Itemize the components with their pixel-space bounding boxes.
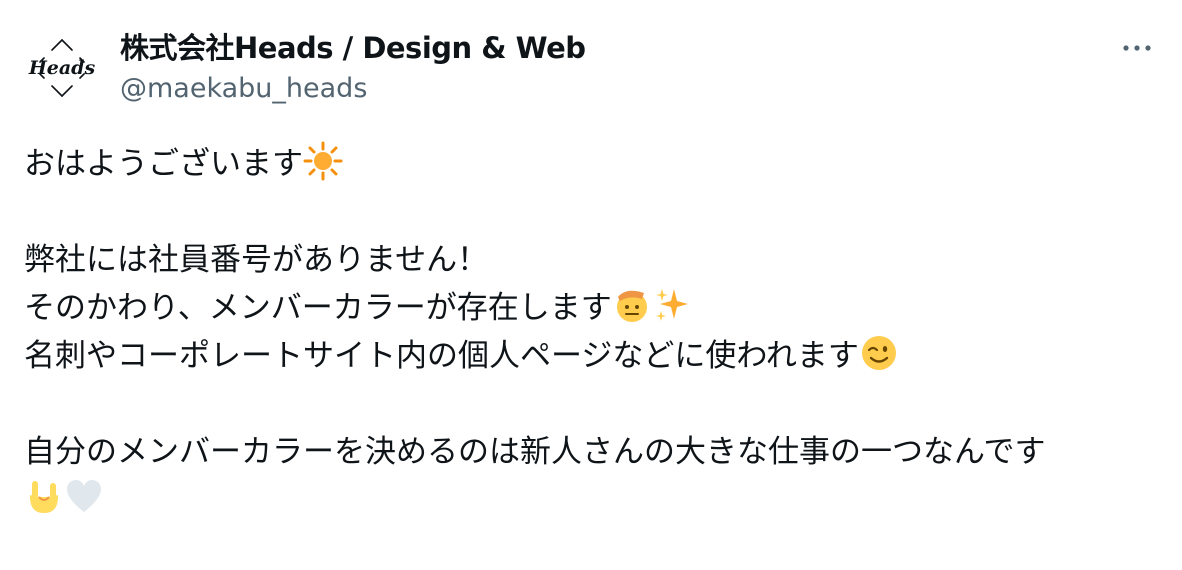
winking-face-emoji	[861, 336, 896, 370]
more-horizontal-icon	[1123, 45, 1151, 51]
tweet-line: 自分のメンバーカラーを決めるのは新人さんの大きな仕事の一つなんです	[24, 428, 1164, 476]
tweet-card: Heads 株式会社Heads / Design & Web @maekabu_…	[0, 0, 1182, 570]
sign-of-the-horns-emoji	[30, 481, 58, 513]
author-handle[interactable]: @maekabu_heads	[120, 72, 367, 106]
sun-emoji	[303, 141, 343, 181]
tweet-text: おはようございます 弊社には社員番号がありません！ そのかわり、メンバーカラーが…	[24, 140, 1164, 524]
tweet-line: おはようございます	[24, 140, 1164, 188]
tweet-line-text: 名刺やコーポレートサイト内の個人ページなどに使われます	[24, 338, 859, 374]
tweet-line: そのかわり、メンバーカラーが存在します	[24, 284, 1164, 332]
sparkles-emoji	[655, 289, 688, 321]
tweet-line: 名刺やコーポレートサイト内の個人ページなどに使われます	[24, 332, 1164, 380]
tweet-line-text: そのかわり、メンバーカラーが存在します	[24, 290, 612, 326]
author-display-name[interactable]: 株式会社Heads / Design & Web	[120, 30, 586, 66]
white-heart-emoji	[67, 480, 101, 512]
tweet-line-text: 自分のメンバーカラーを決めるのは新人さんの大きな仕事の一つなんです	[24, 434, 1046, 470]
tweet-line: 弊社には社員番号がありません！	[24, 236, 1164, 284]
tweet-line	[24, 476, 1164, 524]
tweet-line-text: おはようございます	[24, 146, 303, 182]
more-options-button[interactable]	[1117, 36, 1157, 60]
avatar[interactable]: Heads	[22, 36, 102, 100]
saluting-face-emoji	[616, 290, 647, 322]
tweet-line-text: 弊社には社員番号がありません！	[24, 242, 489, 278]
avatar-logo-text: Heads	[28, 57, 96, 79]
